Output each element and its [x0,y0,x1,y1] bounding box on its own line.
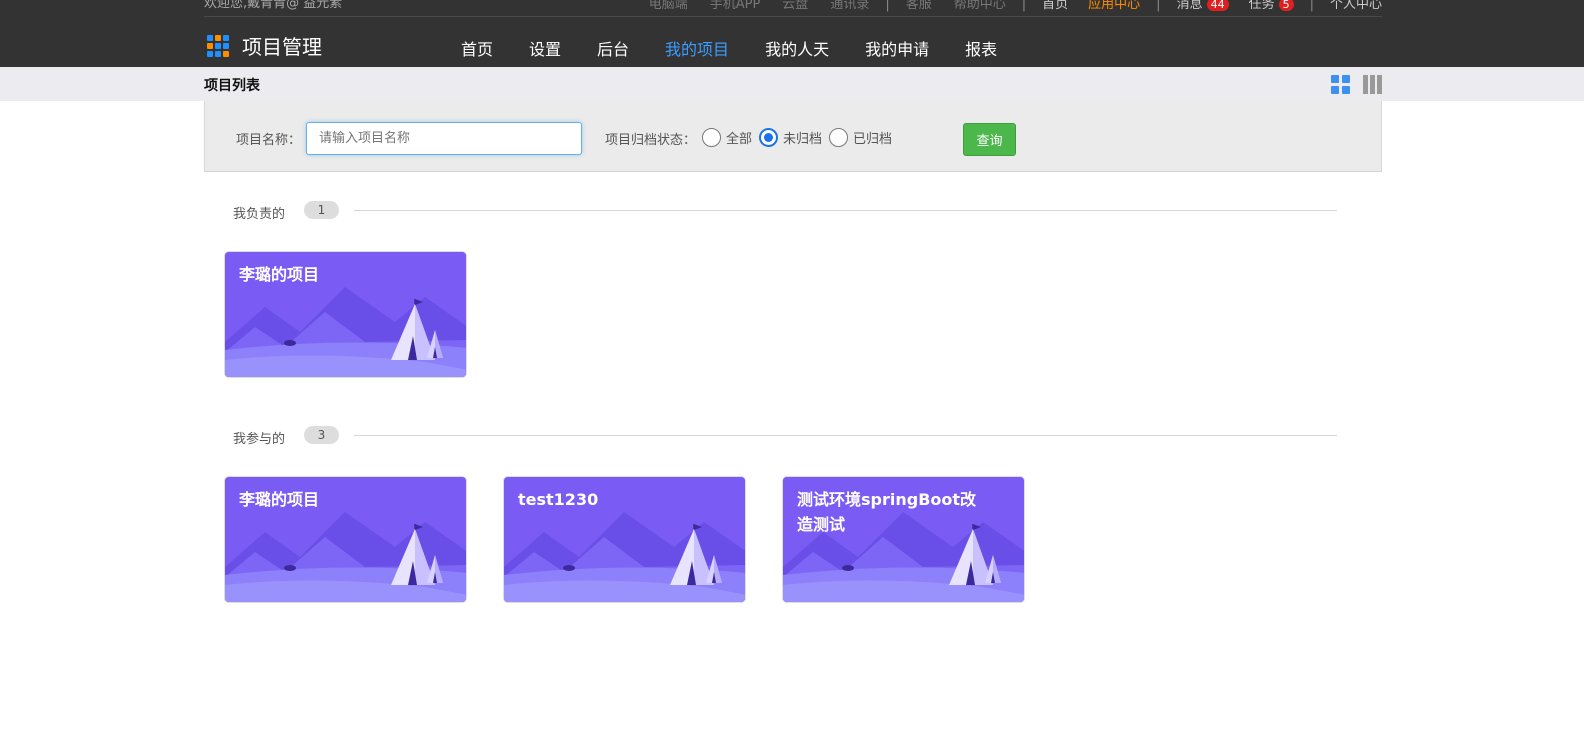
project-card-title: 李璐的项目 [239,490,320,509]
utility-links: 电脑端 手机APP 云盘 通讯录 | 客服 帮助中心 | 首页 应用中心 | 消… [627,0,1382,11]
logo-square [223,50,229,57]
link-personal-center[interactable]: 个人中心 [1330,0,1382,11]
messages-label: 消息 [1176,0,1203,12]
project-card[interactable]: 李璐的项目 [224,251,467,378]
nav-item-my-projects[interactable]: 我的项目 [665,36,729,60]
divider [354,210,1337,211]
link-home[interactable]: 首页 [1042,0,1068,11]
project-card-title: 测试环境springBoot改造测试 [797,490,977,534]
page-title: 项目列表 [204,78,260,94]
sub-header: 项目列表 [0,67,1584,101]
messages-badge: 44 [1206,0,1229,11]
utility-bar: 欢迎您,戴青青@ 益元素 电脑端 手机APP 云盘 通讯录 | 客服 帮助中心 … [204,0,1382,17]
nav-item-my-applications[interactable]: 我的申请 [865,36,929,60]
radio-all-circle[interactable] [702,128,721,147]
nav-item-backend[interactable]: 后台 [597,36,629,60]
section-participating: 我参与的 3 [233,426,1337,447]
logo-square [207,50,213,57]
app-logo[interactable]: 项目管理 [207,31,322,60]
divider: | [1156,0,1161,12]
project-name-label: 项目名称： [236,133,302,148]
section-label: 我参与的 [233,432,286,447]
radio-all-label: 全部 [726,132,753,147]
divider: | [1021,0,1027,12]
divider: | [885,0,890,12]
nav-item-home[interactable]: 首页 [461,36,493,60]
link-cloud-disk[interactable]: 云盘 [782,0,808,11]
radio-unarchived-circle[interactable] [759,128,778,147]
link-desktop[interactable]: 电脑端 [649,0,688,11]
link-mobile-app[interactable]: 手机APP [710,0,761,11]
tasks-label: 任务 [1248,0,1275,12]
logo-square [223,42,229,49]
divider: | [1309,0,1314,12]
logo-square [207,34,213,41]
section-responsible: 我负责的 1 [233,201,1337,222]
nav-item-my-man-days[interactable]: 我的人天 [765,36,829,60]
logo-square [207,42,213,49]
link-messages[interactable]: 消息 44 [1177,0,1229,11]
project-card-title: 李璐的项目 [239,265,320,284]
section-count-badge: 3 [304,426,339,444]
radio-archived[interactable]: 已归档 [829,128,892,147]
column-view-icon[interactable] [1363,75,1382,94]
top-header: 欢迎您,戴青青@ 益元素 电脑端 手机APP 云盘 通讯录 | 客服 帮助中心 … [0,0,1584,67]
archive-status-label: 项目归档状态： [605,133,697,148]
radio-archived-label: 已归档 [853,132,893,147]
grid-logo-icon [207,34,229,57]
section-label: 我负责的 [233,207,286,222]
grid-view-icon[interactable] [1331,75,1350,94]
radio-unarchived-label: 未归档 [783,132,823,147]
logo-square [215,34,221,41]
welcome-text: 欢迎您,戴青青@ 益元素 [204,0,343,11]
filter-panel: 项目名称： 项目归档状态： 全部 未归档 已归档 查询 [204,101,1382,172]
link-customer-service[interactable]: 客服 [906,0,932,11]
logo-square [215,42,221,49]
tasks-badge: 5 [1278,0,1294,11]
section-count-badge: 1 [304,201,339,219]
logo-square [215,50,221,57]
radio-archived-circle[interactable] [829,128,848,147]
link-contacts[interactable]: 通讯录 [830,0,869,11]
project-card[interactable]: test1230 [503,476,746,603]
link-tasks[interactable]: 任务 5 [1249,0,1294,11]
nav-item-settings[interactable]: 设置 [529,36,561,60]
nav-item-reports[interactable]: 报表 [965,36,997,60]
radio-all[interactable]: 全部 [702,128,752,147]
radio-unarchived[interactable]: 未归档 [759,128,822,147]
divider [354,435,1337,436]
link-help-center[interactable]: 帮助中心 [954,0,1006,11]
logo-square [223,34,229,41]
app-title: 项目管理 [242,35,322,59]
link-app-center[interactable]: 应用中心 [1088,0,1140,11]
project-name-input[interactable] [306,122,582,155]
query-button[interactable]: 查询 [963,123,1016,156]
project-card[interactable]: 测试环境springBoot改造测试 [782,476,1025,603]
project-card-title: test1230 [518,490,599,509]
project-card[interactable]: 李璐的项目 [224,476,467,603]
main-nav: 首页 设置 后台 我的项目 我的人天 我的申请 报表 [461,36,1033,60]
